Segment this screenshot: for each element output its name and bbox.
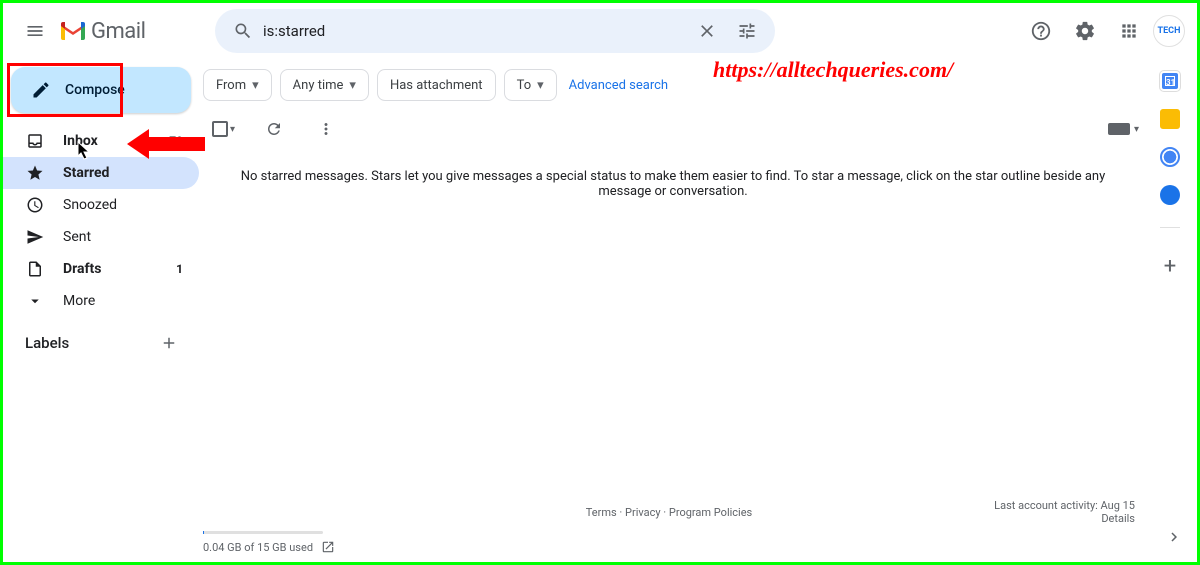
gear-icon	[1074, 20, 1096, 42]
side-panel: 31 +	[1146, 59, 1194, 559]
gmail-icon	[59, 20, 87, 42]
chip-anytime[interactable]: Any time▾	[280, 69, 369, 101]
pencil-icon	[31, 80, 51, 100]
list-toolbar: ▾ ▾	[199, 107, 1147, 151]
apps-icon	[1119, 21, 1139, 41]
policies-link[interactable]: Program Policies	[669, 506, 752, 519]
sidebar: Compose Inbox 79	[3, 59, 199, 562]
storage-text: 0.04 GB of 15 GB used	[203, 541, 313, 554]
caret-icon: ▾	[349, 78, 356, 93]
send-icon	[25, 227, 45, 247]
account-avatar[interactable]: TECH	[1153, 15, 1185, 47]
compose-button[interactable]: Compose	[11, 67, 191, 113]
inbox-icon	[25, 131, 45, 151]
caret-icon: ▾	[252, 78, 259, 93]
sidebar-item-drafts[interactable]: Drafts 1	[3, 253, 199, 285]
sidebar-item-starred[interactable]: Starred	[3, 157, 199, 189]
details-link[interactable]: Details	[1101, 512, 1135, 525]
clear-search-button[interactable]	[687, 11, 727, 51]
close-icon	[697, 21, 717, 41]
settings-button[interactable]	[1065, 11, 1105, 51]
labels-heading: Labels	[25, 334, 69, 352]
contacts-addon[interactable]	[1160, 185, 1180, 205]
search-options-button[interactable]	[727, 11, 767, 51]
chip-attachment[interactable]: Has attachment	[377, 69, 496, 101]
more-actions-button[interactable]	[308, 111, 344, 147]
more-vert-icon	[317, 120, 335, 138]
main-panel: From▾ Any time▾ Has attachment To▾ Advan…	[199, 59, 1147, 562]
keep-addon[interactable]	[1160, 109, 1180, 129]
search-icon[interactable]	[223, 11, 263, 51]
empty-state-message: No starred messages. Stars let you give …	[199, 151, 1147, 217]
input-mode-toggle[interactable]	[1108, 123, 1130, 135]
caret-icon: ▾	[230, 124, 235, 135]
sidebar-item-sent[interactable]: Sent	[3, 221, 199, 253]
apps-button[interactable]	[1109, 11, 1149, 51]
sidebar-item-snoozed[interactable]: Snoozed	[3, 189, 199, 221]
file-icon	[25, 259, 45, 279]
get-addons-button[interactable]: +	[1150, 246, 1190, 286]
advanced-search-link[interactable]: Advanced search	[569, 78, 668, 93]
refresh-button[interactable]	[256, 111, 292, 147]
gmail-logo[interactable]: Gmail	[59, 19, 189, 44]
privacy-link[interactable]: Privacy	[625, 506, 661, 519]
caret-icon: ▾	[537, 78, 544, 93]
plus-icon	[160, 334, 178, 352]
watermark-url: https://alltechqueries.com/	[713, 57, 953, 83]
caret-icon: ▾	[1134, 124, 1139, 135]
hamburger-icon	[25, 21, 45, 41]
open-external-icon[interactable]	[321, 540, 335, 554]
tune-icon	[737, 21, 757, 41]
clock-icon	[25, 195, 45, 215]
checkbox-icon	[212, 121, 228, 137]
chip-from[interactable]: From▾	[203, 69, 272, 101]
hide-side-panel-button[interactable]	[1158, 521, 1190, 553]
filter-chips-row: From▾ Any time▾ Has attachment To▾ Advan…	[199, 59, 1147, 107]
main-menu-button[interactable]	[15, 11, 55, 51]
storage-bar	[203, 531, 323, 534]
help-icon	[1030, 20, 1052, 42]
add-label-button[interactable]	[155, 329, 183, 357]
chevron-down-icon	[25, 291, 45, 311]
search-input[interactable]	[263, 22, 687, 40]
sidebar-item-more[interactable]: More	[3, 285, 199, 317]
compose-label: Compose	[65, 82, 125, 98]
activity-text: Last account activity: Aug 15	[994, 499, 1135, 512]
calendar-addon[interactable]: 31	[1160, 71, 1180, 91]
terms-link[interactable]: Terms	[586, 506, 617, 519]
support-button[interactable]	[1021, 11, 1061, 51]
product-name: Gmail	[91, 19, 145, 44]
search-bar[interactable]	[215, 9, 775, 53]
sidebar-item-inbox[interactable]: Inbox 79	[3, 125, 199, 157]
select-all-checkbox[interactable]: ▾	[207, 116, 240, 142]
chevron-right-icon	[1165, 528, 1183, 546]
star-icon	[25, 163, 45, 183]
refresh-icon	[265, 120, 283, 138]
footer: Terms · Privacy · Program Policies Last …	[199, 491, 1147, 562]
divider	[1160, 227, 1180, 228]
chip-to[interactable]: To▾	[504, 69, 557, 101]
tasks-addon[interactable]	[1160, 147, 1180, 167]
